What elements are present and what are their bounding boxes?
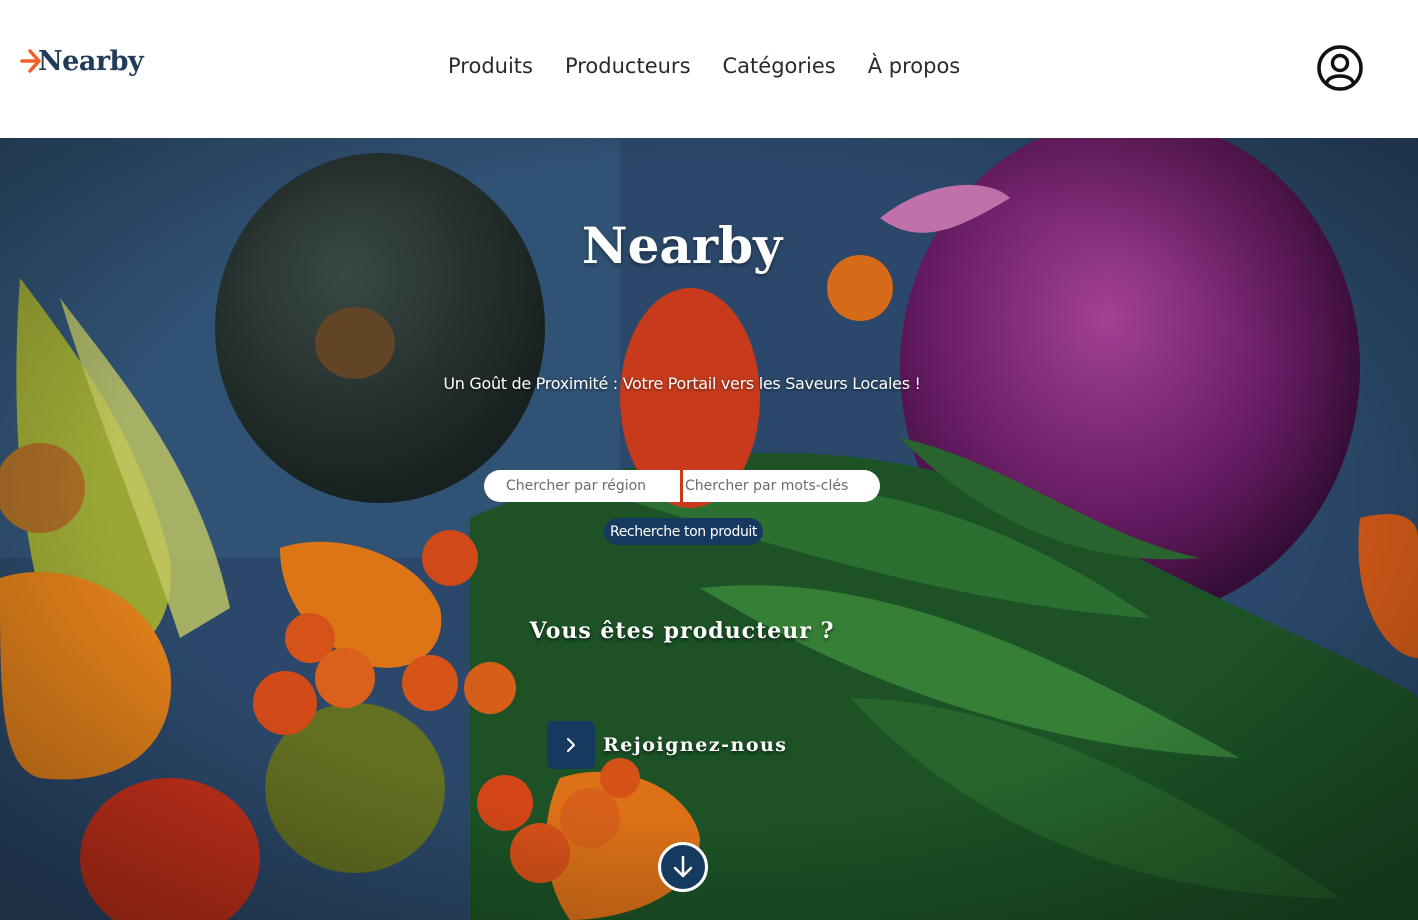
nav-item-a-propos[interactable]: À propos bbox=[868, 54, 961, 78]
main-nav: Produits Producteurs Catégories À propos bbox=[448, 54, 960, 78]
logo-text: Nearby bbox=[38, 45, 144, 77]
hero-subtitle: Un Goût de Proximité : Votre Portail ver… bbox=[443, 374, 921, 393]
producer-title: Vous êtes producteur ? bbox=[529, 618, 835, 644]
arrow-down-icon bbox=[673, 855, 693, 878]
join-button[interactable] bbox=[547, 721, 595, 769]
scroll-down-button[interactable] bbox=[658, 842, 708, 892]
logo[interactable]: Nearby bbox=[20, 44, 144, 78]
site-header: Nearby Produits Producteurs Catégories À… bbox=[0, 0, 1418, 138]
search-product-button[interactable]: Recherche ton produit bbox=[604, 518, 763, 545]
nav-item-producteurs[interactable]: Producteurs bbox=[565, 54, 691, 78]
chevron-right-icon bbox=[567, 738, 575, 752]
nav-item-produits[interactable]: Produits bbox=[448, 54, 533, 78]
join-us-label[interactable]: Rejoignez-nous bbox=[603, 734, 788, 756]
join-us-link[interactable]: Rejoignez-nous bbox=[547, 721, 788, 769]
search-keywords-input[interactable] bbox=[683, 470, 880, 502]
search-bar bbox=[484, 470, 880, 502]
hero-title: Nearby bbox=[581, 216, 783, 275]
user-circle-icon[interactable] bbox=[1316, 44, 1364, 92]
hero-section: Nearby Un Goût de Proximité : Votre Port… bbox=[0, 138, 1418, 920]
nav-item-categories[interactable]: Catégories bbox=[723, 54, 836, 78]
search-region-input[interactable] bbox=[484, 470, 680, 502]
